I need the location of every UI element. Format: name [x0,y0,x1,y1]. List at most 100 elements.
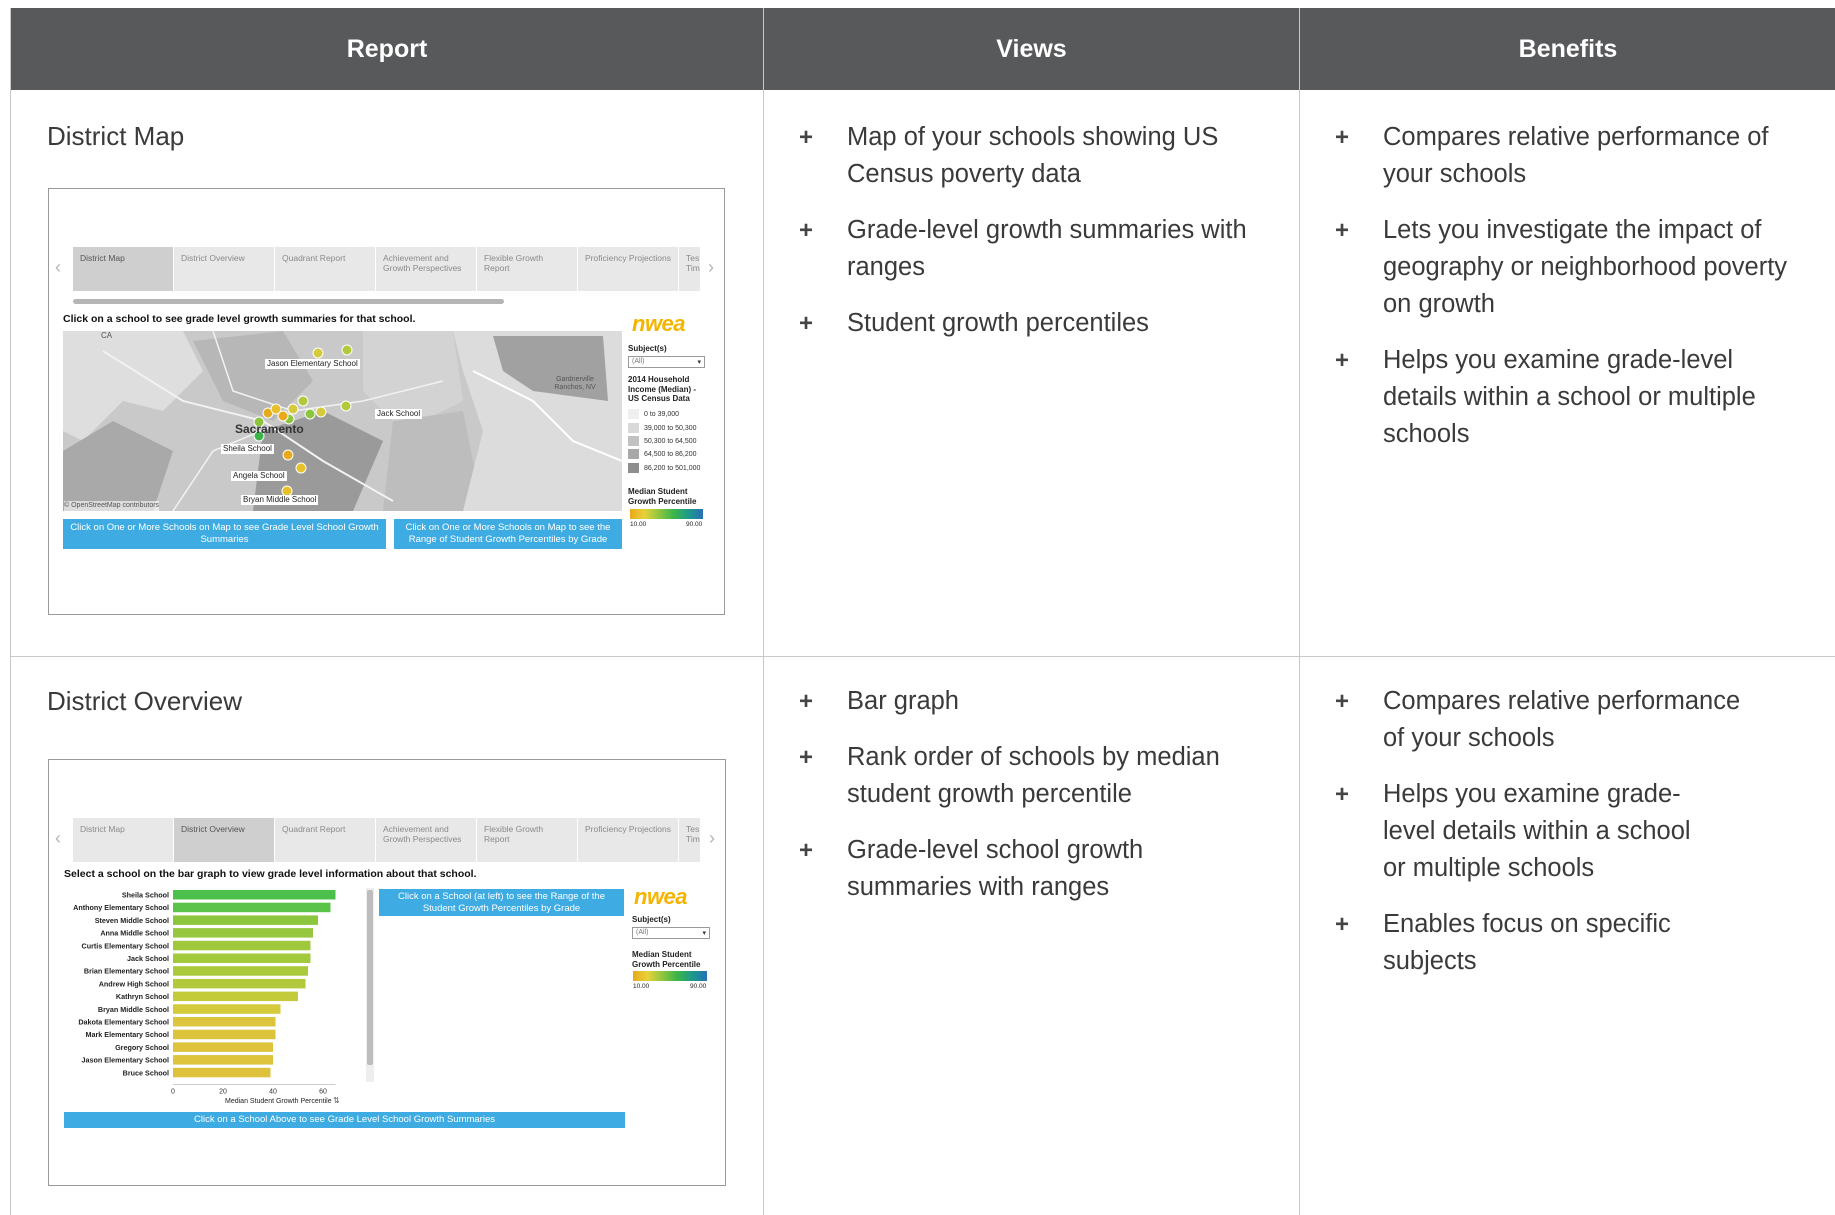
list-item: + Compares relative performance of your s… [1335,119,1805,193]
legend-item: 0 to 39,000 [628,409,679,419]
tab-flexible-growth[interactable]: Flexible Growth Report [477,247,578,291]
tab-district-overview[interactable]: District Overview [174,247,275,291]
bar-label: Gregory School [115,1043,169,1052]
map-graphic [63,331,622,511]
bar[interactable] [173,1055,273,1065]
growth-legend-title: Median Student Growth Percentile [628,487,697,506]
tab-flexible-growth[interactable]: Flexible Growth Report [477,818,578,862]
grade-level-summaries-button[interactable]: Click on One or More Schools on Map to s… [63,519,386,549]
chevron-down-icon: ▾ [702,930,706,937]
plus-icon: + [799,310,814,337]
row-divider [11,656,1835,657]
district-map[interactable]: CA Jason Elementary School Jack School S… [63,331,622,511]
bar-label: Andrew High School [99,979,169,988]
tab-scrollbar[interactable] [73,299,504,304]
legend-swatch [628,436,639,446]
plus-icon: + [799,688,814,715]
legend-swatch [628,463,639,473]
tab-truncated[interactable]: Tes Tim [679,247,701,291]
district-overview-screenshot: ‹ District Map District Overview Quadran… [48,759,726,1186]
view-text: Grade-level school growth summaries with… [847,836,1144,901]
legend-item: 50,300 to 64,500 [628,436,697,446]
plus-icon: + [799,124,814,151]
view-text: Map of your schools showing US Census po… [847,123,1219,188]
bar-label: Anthony Elementary School [73,903,169,912]
school-label: Angela School [231,471,287,481]
chart-scrollbar-track[interactable] [366,888,374,1082]
subjects-select[interactable]: (All) ▾ [632,927,710,939]
place-label: Sacramento [235,422,304,436]
growth-legend-title: Median Student Growth Percentile [632,950,701,969]
chart-scrollbar-thumb[interactable] [367,890,373,1065]
list-item: + Helps you examine grade-level details w… [1335,776,1715,887]
list-item: + Grade-level growth summaries with range… [799,212,1269,286]
column-divider [1299,8,1300,1215]
tab-bar: District Map District Overview Quadrant … [73,247,701,291]
bar[interactable] [173,1017,276,1027]
tab-proficiency-projections[interactable]: Proficiency Projections [578,818,679,862]
sort-icon[interactable]: ⇅ [333,1096,340,1106]
plus-icon: + [799,744,814,771]
chevron-right-icon[interactable]: › [708,257,714,278]
bar[interactable] [173,940,311,951]
bar-label: Sheila School [122,891,169,900]
header-report: Report [346,34,428,63]
legend-item: 39,000 to 50,300 [628,423,697,433]
bar[interactable] [173,1004,281,1014]
bar[interactable] [173,890,336,900]
chevron-left-icon[interactable]: ‹ [55,257,61,278]
tab-district-map[interactable]: District Map [73,247,174,291]
subjects-select[interactable]: (All) ▾ [628,356,705,368]
view-text: Student growth percentiles [847,309,1149,337]
plus-icon: + [1335,217,1350,244]
plus-icon: + [799,217,814,244]
plus-icon: + [1335,911,1350,938]
list-item: + Enables focus on specific subjects [1335,906,1755,980]
bar[interactable] [173,902,331,913]
growth-max: 90.00 [690,983,707,990]
growth-min: 10.00 [633,983,650,990]
bar[interactable] [173,1067,271,1078]
report-table: Report Views Benefits District Map ‹ Dis… [10,8,1835,1215]
bar[interactable] [173,991,298,1002]
nwea-logo: nwea [632,311,686,336]
bar-label: Kathryn School [116,992,169,1001]
benefit-text: Helps you examine grade-level details wi… [1383,346,1756,448]
bar[interactable] [173,1042,273,1052]
bar[interactable] [173,915,318,925]
tab-quadrant-report[interactable]: Quadrant Report [275,247,376,291]
list-item: + Lets you investigate the impact of geog… [1335,212,1805,323]
legend-label: 0 to 39,000 [644,410,680,418]
benefit-text: Helps you examine grade-level details wi… [1383,780,1691,882]
chevron-right-icon[interactable]: › [709,828,715,849]
bar[interactable] [173,928,313,938]
benefits-list-district-overview: + Compares relative performance of your s… [1335,683,1755,999]
growth-percentile-range-button[interactable]: Click on One or More Schools on Map to s… [394,519,622,549]
bar[interactable] [173,966,308,976]
header-benefits: Benefits [1518,34,1618,63]
map-attribution: © OpenStreetMap contributors [64,501,160,511]
list-item: + Helps you examine grade-level details w… [1335,342,1805,453]
growth-percentile-range-button[interactable]: Click on a School (at left) to see the R… [379,889,624,916]
district-overview-bar-chart[interactable]: Sheila School Anthony Elementary School St… [49,760,419,1120]
bar[interactable] [173,978,306,989]
tab-truncated[interactable]: Tes Tim [679,818,701,862]
school-label: Sheila School [221,444,274,454]
tab-achievement-growth[interactable]: Achievement and Growth Perspectives [376,247,477,291]
school-label: Jason Elementary School [265,359,360,369]
tab-proficiency-projections[interactable]: Proficiency Projections [578,247,679,291]
bar-label: Bruce School [123,1068,169,1077]
report-title-district-overview: District Overview [47,686,243,716]
x-tick-label: 60 [319,1089,327,1096]
growth-color-scale [633,971,707,981]
bar[interactable] [173,953,311,964]
bar[interactable] [173,1029,276,1040]
bar-label: Mark Elementary School [86,1030,170,1039]
growth-min: 10.00 [630,521,647,528]
views-list-district-map: + Map of your schools showing US Census p… [799,119,1269,361]
grade-level-summaries-button[interactable]: Click on a School Above to see Grade Lev… [64,1112,625,1128]
legend-label: 50,300 to 64,500 [644,437,697,445]
list-item: + Map of your schools showing US Census p… [799,119,1269,193]
bar-label: Curtis Elementary School [82,941,169,950]
plus-icon: + [1335,688,1350,715]
